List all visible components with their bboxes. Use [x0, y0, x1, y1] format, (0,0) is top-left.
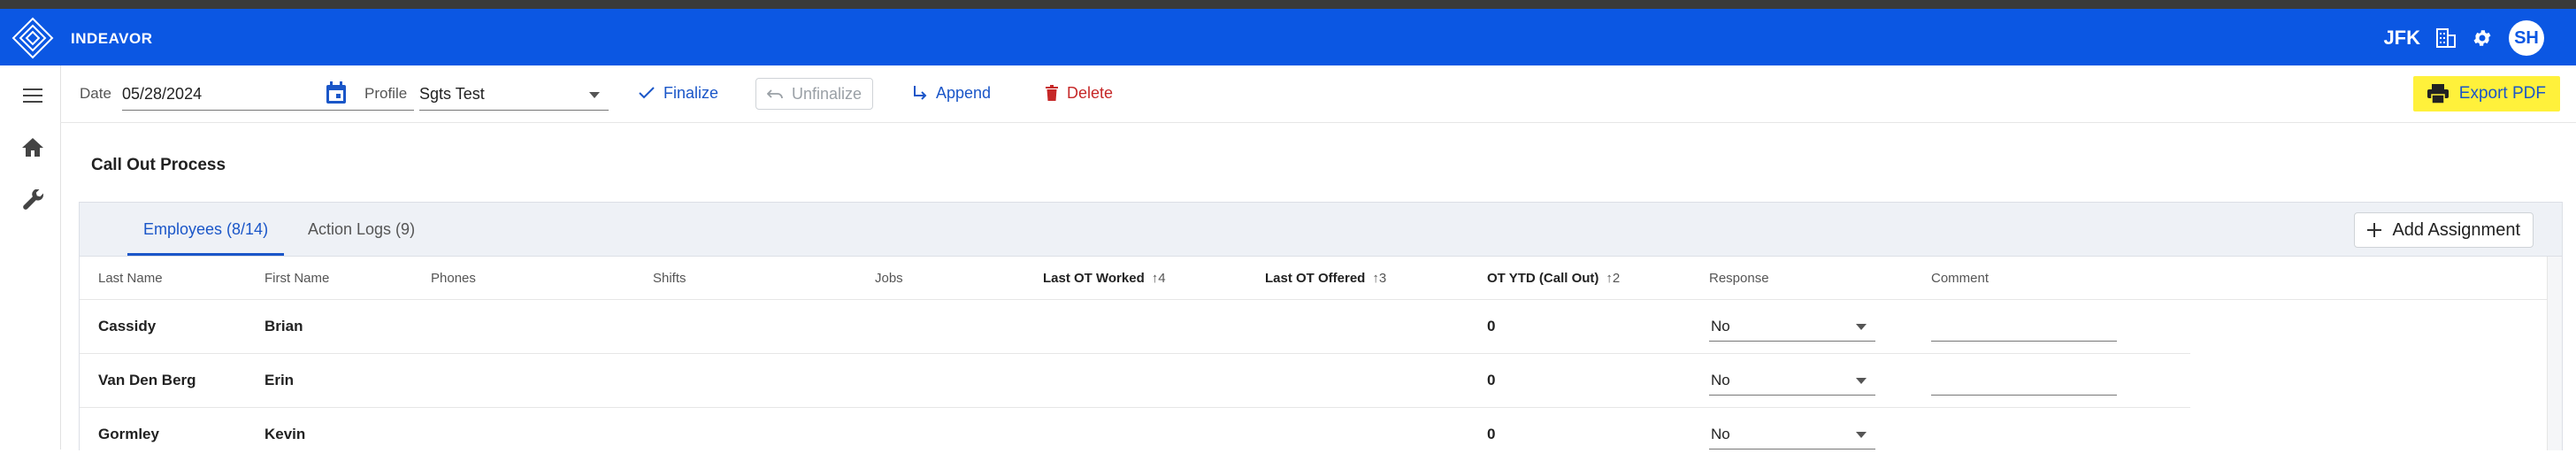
profile-select-underline [419, 110, 609, 111]
table-scrollbar[interactable] [2547, 257, 2562, 450]
cell-last-name: Gormley [98, 426, 159, 442]
tab-action-logs[interactable]: Action Logs (9) [292, 203, 431, 256]
delete-button[interactable]: Delete [1046, 78, 1113, 108]
append-button[interactable]: Append [913, 78, 991, 108]
col-response[interactable]: Response [1709, 271, 1769, 286]
tab-bar: Employees (8/14) Action Logs (9) Add Ass… [80, 203, 2562, 257]
add-assignment-label: Add Assignment [2392, 219, 2520, 240]
sort-indicator: ↑2 [1606, 271, 1621, 286]
cell-first-name: Brian [264, 318, 303, 334]
col-last-ot-worked[interactable]: Last OT Worked ↑4 [1043, 271, 1166, 286]
home-icon[interactable] [21, 136, 44, 158]
left-nav-rail [5, 65, 61, 449]
add-assignment-button[interactable]: Add Assignment [2354, 212, 2534, 248]
comment-input[interactable] [1931, 341, 2117, 342]
window-top-strip [0, 0, 2576, 9]
subdirectory-arrow-icon [914, 86, 927, 100]
cell-last-name: Cassidy [98, 318, 157, 334]
col-last-ot-worked-label: Last OT Worked [1043, 271, 1145, 286]
wrench-icon[interactable] [22, 189, 45, 212]
profile-select[interactable]: Sgts Test [419, 85, 485, 104]
employees-card: Employees (8/14) Action Logs (9) Add Ass… [79, 202, 2563, 450]
page-title: Call Out Process [91, 156, 226, 174]
sort-indicator: ↑4 [1151, 271, 1166, 286]
chevron-down-icon [1856, 378, 1867, 384]
response-select[interactable]: No [1709, 420, 1875, 449]
finalize-label: Finalize [663, 83, 719, 102]
profile-label: Profile [364, 85, 408, 102]
indeavor-logo-icon [12, 17, 54, 59]
cell-ot-ytd: 0 [1487, 372, 1496, 388]
brand-name: INDEAVOR [71, 30, 153, 47]
col-shifts[interactable]: Shifts [653, 271, 686, 286]
response-value: No [1711, 318, 1730, 334]
response-select[interactable]: No [1709, 366, 1875, 396]
gear-icon[interactable] [2472, 27, 2493, 49]
append-label: Append [936, 83, 992, 102]
col-phones[interactable]: Phones [431, 271, 476, 286]
table-row[interactable]: Van Den Berg Erin 0 No [80, 354, 2190, 408]
response-value: No [1711, 426, 1730, 442]
col-last-name[interactable]: Last Name [98, 271, 163, 286]
date-input-underline [122, 110, 414, 111]
appbar-right-cluster: JFK SH [2383, 20, 2544, 56]
col-comment[interactable]: Comment [1931, 271, 1989, 286]
plus-icon [2367, 223, 2382, 237]
cell-first-name: Erin [264, 372, 295, 388]
undo-icon [767, 89, 783, 99]
cell-ot-ytd: 0 [1487, 318, 1496, 334]
delete-label: Delete [1067, 83, 1114, 102]
cell-ot-ytd: 0 [1487, 426, 1496, 442]
printer-icon [2426, 84, 2449, 104]
menu-icon[interactable] [23, 88, 42, 103]
col-ot-ytd[interactable]: OT YTD (Call Out) ↑2 [1487, 271, 1620, 286]
chevron-down-icon [1856, 432, 1867, 438]
response-select[interactable]: No [1709, 312, 1875, 342]
calendar-icon[interactable] [326, 81, 347, 104]
check-icon [639, 87, 655, 99]
col-last-ot-offered[interactable]: Last OT Offered ↑3 [1265, 271, 1386, 286]
airport-code[interactable]: JFK [2383, 27, 2420, 50]
col-last-ot-offered-label: Last OT Offered [1265, 271, 1366, 286]
date-input[interactable]: 05/28/2024 [122, 85, 202, 104]
user-avatar[interactable]: SH [2509, 20, 2544, 56]
export-pdf-label: Export PDF [2458, 84, 2546, 103]
col-first-name[interactable]: First Name [264, 271, 329, 286]
export-pdf-button[interactable]: Export PDF [2412, 76, 2560, 111]
comment-input[interactable] [1931, 395, 2117, 396]
building-icon[interactable] [2436, 27, 2456, 49]
unfinalize-button[interactable]: Unfinalize [755, 78, 874, 110]
col-jobs[interactable]: Jobs [875, 271, 903, 286]
cell-last-name: Van Den Berg [98, 372, 196, 388]
date-label: Date [80, 85, 111, 102]
col-ot-ytd-label: OT YTD (Call Out) [1487, 271, 1599, 286]
cell-first-name: Kevin [264, 426, 306, 442]
finalize-button[interactable]: Finalize [639, 78, 718, 108]
tab-employees[interactable]: Employees (8/14) [127, 203, 285, 256]
chevron-down-icon [1856, 324, 1867, 330]
app-bar: INDEAVOR JFK SH [0, 9, 2576, 65]
chevron-down-icon[interactable] [589, 92, 600, 98]
table-row[interactable]: Cassidy Brian 0 No [80, 300, 2190, 354]
unfinalize-label: Unfinalize [792, 84, 862, 103]
toolbar: Date 05/28/2024 Profile Sgts Test Finali… [60, 65, 2576, 123]
table-row[interactable]: Gormley Kevin 0 No [80, 408, 2190, 461]
response-value: No [1711, 372, 1730, 388]
sort-indicator: ↑3 [1372, 271, 1387, 286]
table-header: Last Name First Name Phones Shifts Jobs … [80, 257, 2548, 300]
trash-icon [1046, 85, 1058, 101]
